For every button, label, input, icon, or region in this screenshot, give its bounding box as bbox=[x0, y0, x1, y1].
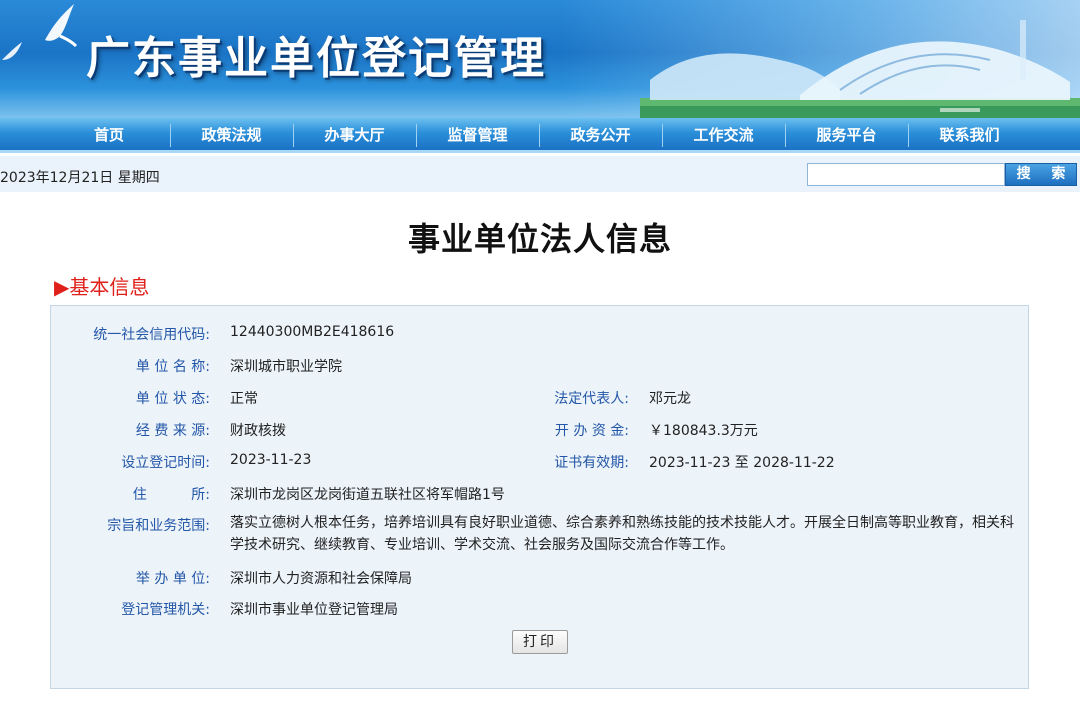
section-heading: ▶基本信息 bbox=[54, 275, 150, 299]
page-title: 事业单位法人信息 bbox=[407, 220, 672, 258]
validity-value: 2023-11-23 至 2028-11-22 bbox=[649, 455, 835, 471]
dove-icon bbox=[45, 4, 78, 48]
capital-value: ￥180843.3万元 bbox=[649, 423, 758, 439]
nav-service-platform[interactable]: 服务平台 bbox=[785, 118, 908, 153]
validity-label: 证书有效期: bbox=[554, 455, 629, 471]
nav-policy[interactable]: 政策法规 bbox=[170, 118, 293, 153]
funding-source-value: 财政核拨 bbox=[230, 423, 286, 439]
current-date: 2023年12月21日 星期四 bbox=[0, 170, 160, 186]
funding-source-label: 经 费 来 源: bbox=[135, 423, 210, 439]
city-skyline-illustration bbox=[640, 20, 1080, 118]
nav-contact[interactable]: 联系我们 bbox=[908, 118, 1031, 153]
unit-status-label: 单 位 状 态: bbox=[135, 391, 210, 407]
capital-label: 开 办 资 金: bbox=[554, 423, 629, 439]
nav-supervision[interactable]: 监督管理 bbox=[416, 118, 539, 153]
sponsor-label: 举 办 单 位: bbox=[135, 571, 210, 587]
scope-value: 落实立德树人根本任务，培养培训具有良好职业道德、综合素养和熟练技能的技术技能人才… bbox=[230, 515, 1014, 553]
nav-service-hall[interactable]: 办事大厅 bbox=[293, 118, 416, 153]
nav-home[interactable]: 首页 bbox=[48, 118, 170, 153]
main-nav: 首页 政策法规 办事大厅 监督管理 政务公开 工作交流 服务平台 联系我们 bbox=[0, 118, 1080, 153]
legal-rep-label: 法定代表人: bbox=[554, 391, 629, 407]
credit-code-label: 统一社会信用代码: bbox=[93, 327, 210, 343]
reg-date-value: 2023-11-23 bbox=[230, 452, 312, 468]
address-value: 深圳市龙岗区龙岗街道五联社区将军帽路1号 bbox=[230, 487, 505, 503]
search-button[interactable]: 搜 索 bbox=[1005, 163, 1077, 186]
reg-date-label: 设立登记时间: bbox=[121, 455, 210, 471]
authority-value: 深圳市事业单位登记管理局 bbox=[230, 602, 398, 618]
date-search-bar: 2023年12月21日 星期四 搜 索 bbox=[0, 156, 1080, 192]
site-banner: 广东事业单位登记管理 bbox=[0, 0, 1080, 118]
address-label: 住 所: bbox=[132, 487, 210, 503]
search-input[interactable] bbox=[807, 163, 1005, 186]
dove-small-icon bbox=[2, 42, 22, 60]
unit-name-value: 深圳城市职业学院 bbox=[230, 359, 342, 375]
authority-label: 登记管理机关: bbox=[121, 602, 210, 618]
nav-work-exchange[interactable]: 工作交流 bbox=[662, 118, 785, 153]
info-panel: 统一社会信用代码: 12440300MB2E418616 单 位 名 称: 深圳… bbox=[50, 305, 1029, 689]
credit-code-value: 12440300MB2E418616 bbox=[230, 324, 395, 340]
unit-status-value: 正常 bbox=[230, 391, 258, 407]
unit-name-label: 单 位 名 称: bbox=[135, 359, 210, 375]
site-title: 广东事业单位登记管理 bbox=[86, 33, 546, 84]
sponsor-value: 深圳市人力资源和社会保障局 bbox=[230, 571, 412, 587]
print-button[interactable]: 打印 bbox=[512, 630, 568, 654]
nav-gov-affairs[interactable]: 政务公开 bbox=[539, 118, 662, 153]
legal-rep-value: 邓元龙 bbox=[649, 391, 691, 407]
scope-label: 宗旨和业务范围: bbox=[107, 518, 210, 534]
